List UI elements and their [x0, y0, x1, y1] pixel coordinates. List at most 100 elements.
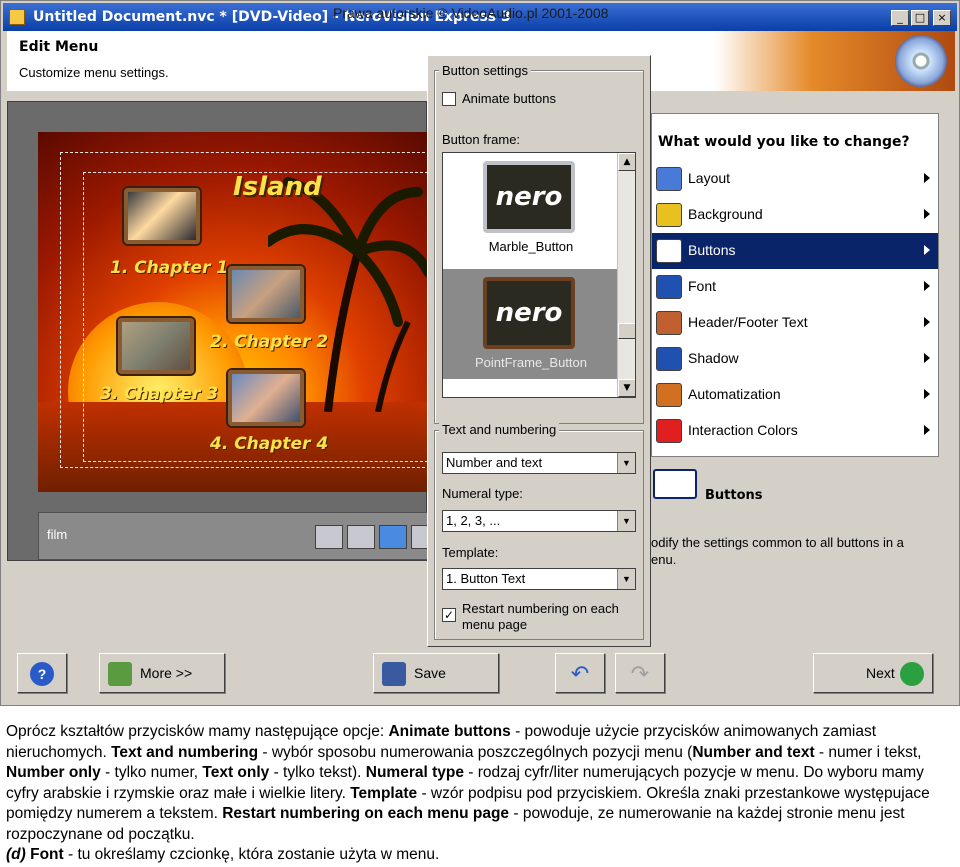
frame-name: PointFrame_Button: [474, 355, 587, 370]
app-icon: [9, 9, 25, 25]
text-run: Oprócz kształtów przycisków mamy następu…: [6, 723, 389, 740]
undo-button[interactable]: ↶: [555, 653, 605, 693]
page-title: Edit Menu: [19, 39, 99, 55]
chevron-down-icon[interactable]: ▼: [617, 453, 635, 473]
template-select[interactable]: 1. Button Text ▼: [442, 568, 636, 590]
menu-preview-frame: Island 1. Chapter 1 2. Chapter 2 3. Chap…: [7, 101, 429, 561]
copyright-watermark: Prawa autorskie © VideoAudio.pl 2001-200…: [333, 5, 609, 21]
restart-numbering-checkbox[interactable]: ✓: [442, 608, 456, 622]
restart-numbering-label-line1: Restart numbering on each: [462, 601, 619, 616]
film-label: film: [47, 527, 68, 542]
text-run: - tu określamy czcionkę, która zostanie …: [63, 846, 440, 863]
font-icon: [656, 275, 682, 299]
chevron-right-icon: [924, 245, 930, 255]
button-settings-label: Button settings: [439, 63, 531, 78]
minimize-button[interactable]: _: [891, 10, 909, 26]
chevron-right-icon: [924, 173, 930, 183]
chevron-right-icon: [924, 425, 930, 435]
chapter-2-label[interactable]: 2. Chapter 2: [210, 332, 328, 352]
change-question: What would you like to change?: [658, 134, 910, 150]
change-option-interaction-colors[interactable]: Interaction Colors: [652, 413, 938, 449]
text-numbering-select[interactable]: Number and text ▼: [442, 452, 636, 474]
term-numeral-type: Numeral type: [365, 764, 464, 781]
change-option-layout[interactable]: Layout: [652, 161, 938, 197]
animate-buttons-checkbox[interactable]: [442, 92, 456, 106]
change-option-label: Background: [688, 206, 763, 222]
term-number-only: Number only: [6, 764, 101, 781]
frame-list-scrollbar[interactable]: ▲ ▼: [617, 153, 635, 397]
frame-preview: nero: [483, 161, 575, 233]
settings-panel: Button settings Animate buttons Button f…: [427, 55, 651, 647]
chapter-3-label[interactable]: 3. Chapter 3: [100, 384, 218, 404]
close-button[interactable]: ×: [933, 10, 951, 26]
scroll-down-icon[interactable]: ▼: [618, 379, 635, 397]
change-option-background[interactable]: Background: [652, 197, 938, 233]
text-run: - tylko tekst).: [269, 764, 366, 781]
chapter-3-thumbnail[interactable]: [118, 318, 194, 374]
description-line1: odify the settings common to all buttons…: [651, 535, 904, 550]
term-text-only: Text only: [202, 764, 270, 781]
numeral-type-label: Numeral type:: [442, 486, 523, 501]
change-option-font[interactable]: Font: [652, 269, 938, 305]
film-navigation-bar: film: [38, 512, 429, 560]
article-text: Oprócz kształtów przycisków mamy następu…: [6, 722, 954, 866]
change-option-buttons[interactable]: Buttons: [652, 233, 938, 269]
chapter-2-thumbnail[interactable]: [228, 266, 304, 322]
chapter-4-label[interactable]: 4. Chapter 4: [210, 434, 328, 454]
chevron-down-icon[interactable]: ▼: [617, 511, 635, 531]
next-button[interactable]: Next: [813, 653, 933, 693]
scroll-thumb[interactable]: [618, 323, 635, 339]
frame-item-marble[interactable]: nero Marble_Button: [443, 153, 619, 263]
restart-numbering-label-line2: menu page: [462, 617, 528, 632]
help-button[interactable]: ?: [17, 653, 67, 693]
scroll-up-icon[interactable]: ▲: [618, 153, 635, 171]
frame-item-pointframe[interactable]: nero PointFrame_Button: [443, 269, 619, 379]
term-font: Font: [25, 846, 64, 863]
text-run: - tylko numer,: [100, 764, 203, 781]
save-button-label: Save: [414, 665, 446, 681]
bottom-toolbar: ? More >> Save ↶ ↷ Next: [7, 645, 955, 699]
redo-button[interactable]: ↷: [615, 653, 665, 693]
section-marker: (d): [6, 846, 26, 863]
first-page-button[interactable]: [315, 525, 343, 549]
chevron-right-icon: [924, 281, 930, 291]
more-button[interactable]: More >>: [99, 653, 225, 693]
selected-option-name: Buttons: [705, 488, 763, 503]
text-numbering-label: Text and numbering: [439, 422, 560, 437]
change-option-label: Header/Footer Text: [688, 314, 808, 330]
numeral-type-select[interactable]: 1, 2, 3, ... ▼: [442, 510, 636, 532]
button-frame-list[interactable]: nero Marble_Button nero PointFrame_Butto…: [442, 152, 636, 398]
option-description: odify the settings common to all buttons…: [651, 534, 951, 568]
change-option-automatization[interactable]: Automatization: [652, 377, 938, 413]
save-icon: [382, 662, 406, 686]
maximize-button[interactable]: □: [911, 10, 929, 26]
next-button-label: Next: [866, 665, 895, 681]
previous-page-button[interactable]: [347, 525, 375, 549]
chevron-right-icon: [924, 389, 930, 399]
undo-icon: ↶: [570, 661, 590, 686]
chevron-right-icon: [924, 353, 930, 363]
change-option-label: Layout: [688, 170, 731, 186]
text-run: - numer i tekst,: [814, 743, 922, 761]
chevron-down-icon[interactable]: ▼: [617, 569, 635, 589]
menu-preview[interactable]: Island 1. Chapter 1 2. Chapter 2 3. Chap…: [38, 132, 428, 492]
chevron-right-icon: [924, 317, 930, 327]
chapter-4-thumbnail[interactable]: [228, 370, 304, 426]
chapter-1-thumbnail[interactable]: [124, 188, 200, 244]
next-page-button[interactable]: [379, 525, 407, 549]
save-button[interactable]: Save: [373, 653, 499, 693]
term-animate-buttons: Animate buttons: [388, 723, 511, 740]
chapter-1-label[interactable]: 1. Chapter 1: [110, 258, 228, 278]
chevron-right-icon: [924, 209, 930, 219]
animate-buttons-label: Animate buttons: [462, 91, 556, 106]
help-icon: ?: [30, 662, 54, 686]
term-template: Template: [350, 784, 418, 802]
more-button-label: More >>: [140, 665, 193, 681]
select-value: Number and text: [446, 455, 543, 470]
change-option-header-footer-text[interactable]: Header/Footer Text: [652, 305, 938, 341]
arrow-right-icon: [900, 662, 924, 686]
select-value: 1, 2, 3, ...: [446, 513, 501, 528]
shadow-icon: [656, 347, 682, 371]
change-option-shadow[interactable]: Shadow: [652, 341, 938, 377]
menu-title[interactable]: Island: [233, 172, 322, 202]
